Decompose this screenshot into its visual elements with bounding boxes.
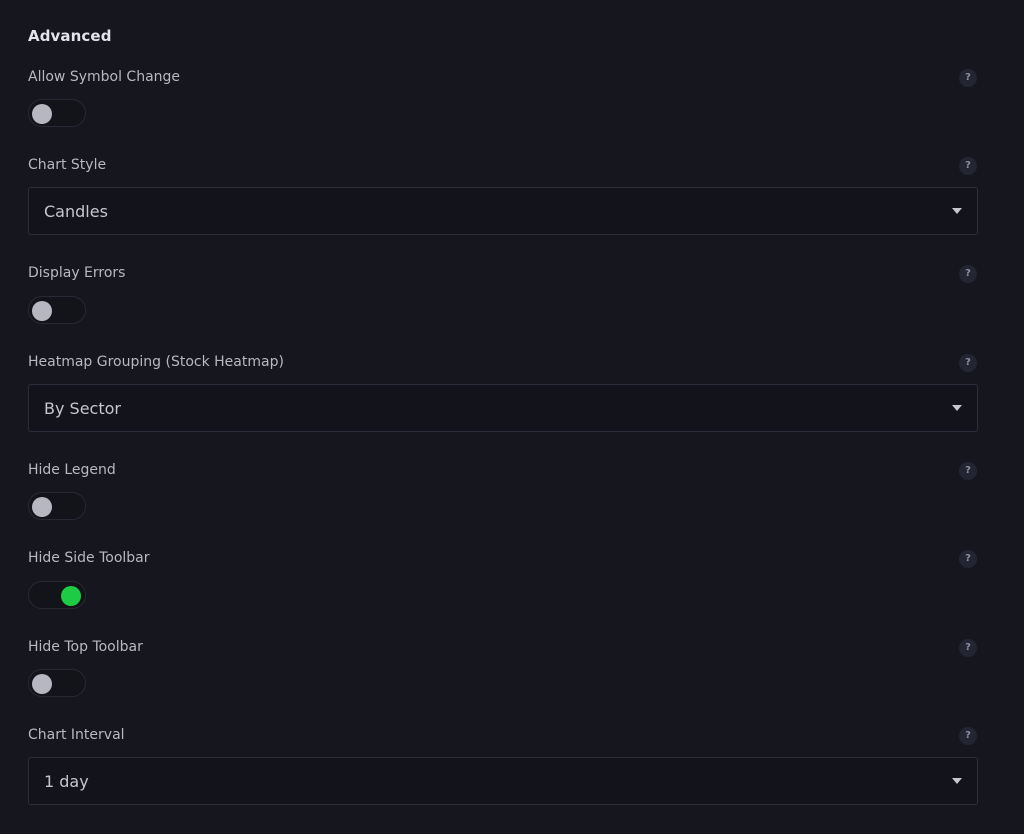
chart-style-label: Chart Style [28,157,107,173]
chevron-down-icon [952,778,962,784]
help-icon[interactable]: ? [959,69,977,87]
heatmap-grouping-select[interactable]: By Sector [28,384,978,432]
heatmap-grouping-value: By Sector [44,399,121,418]
help-icon[interactable]: ? [959,265,977,283]
toggle-knob [61,586,81,606]
hide-legend-toggle[interactable] [28,492,86,520]
toggle-knob [32,674,52,694]
help-icon[interactable]: ? [959,354,977,372]
allow-symbol-change-label: Allow Symbol Change [28,69,181,85]
advanced-settings-panel: Advanced Allow Symbol Change ? Chart Sty… [0,0,1024,834]
toggle-knob [32,104,52,124]
section-title: Advanced [28,27,112,45]
display-errors-toggle[interactable] [28,296,86,324]
heatmap-grouping-label: Heatmap Grouping (Stock Heatmap) [28,354,284,370]
hide-top-toolbar-toggle[interactable] [28,669,86,697]
allow-symbol-change-toggle[interactable] [28,99,86,127]
toggle-knob [32,497,52,517]
hide-legend-label: Hide Legend [28,462,116,478]
help-icon[interactable]: ? [959,462,977,480]
chevron-down-icon [952,208,962,214]
hide-top-toolbar-label: Hide Top Toolbar [28,639,143,655]
help-icon[interactable]: ? [959,639,977,657]
hide-side-toolbar-toggle[interactable] [28,581,86,609]
chart-interval-value: 1 day [44,772,89,791]
toggle-knob [32,301,52,321]
chart-interval-label: Chart Interval [28,727,125,743]
chart-style-select[interactable]: Candles [28,187,978,235]
chart-style-value: Candles [44,202,108,221]
display-errors-label: Display Errors [28,265,126,281]
help-icon[interactable]: ? [959,157,977,175]
chart-interval-select[interactable]: 1 day [28,757,978,805]
help-icon[interactable]: ? [959,550,977,568]
chevron-down-icon [952,405,962,411]
hide-side-toolbar-label: Hide Side Toolbar [28,550,150,566]
help-icon[interactable]: ? [959,727,977,745]
